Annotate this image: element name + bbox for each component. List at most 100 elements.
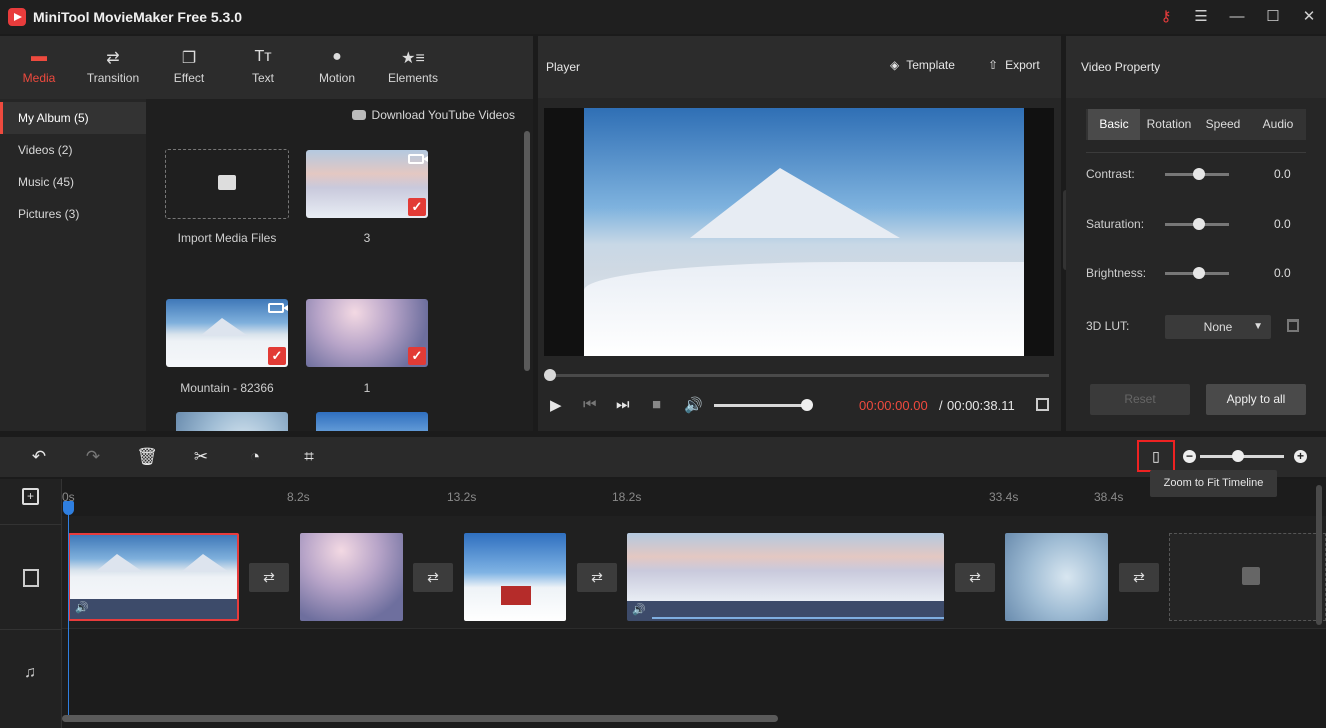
download-youtube-link[interactable]: Download YouTube Videos: [351, 108, 515, 122]
contrast-handle[interactable]: [1193, 168, 1205, 180]
add-track-icon[interactable]: +: [22, 488, 39, 505]
speed-icon[interactable]: ◔: [243, 445, 267, 469]
trash-icon[interactable]: [1287, 319, 1299, 332]
folder-icon: [218, 175, 236, 190]
media-item-label: 1: [363, 381, 371, 395]
contrast-value: 0.0: [1274, 167, 1291, 181]
timeline-vertical-scrollbar[interactable]: [1316, 485, 1322, 625]
zoom-to-fit-button[interactable]: ▯: [1137, 440, 1175, 472]
album-item-my-album[interactable]: My Album (5): [0, 102, 146, 134]
saturation-handle[interactable]: [1193, 218, 1205, 230]
zoom-in-icon[interactable]: +: [1294, 450, 1307, 463]
speaker-icon: 🔊: [75, 602, 89, 614]
property-title: Video Property: [1081, 60, 1161, 74]
brightness-handle[interactable]: [1193, 267, 1205, 279]
media-thumbnail-barn[interactable]: [316, 412, 428, 431]
drop-zone[interactable]: [1169, 533, 1326, 621]
timeline-scrollbar[interactable]: [62, 715, 778, 722]
tab-basic[interactable]: Basic: [1088, 109, 1140, 140]
transition-slot[interactable]: ⇄: [249, 563, 289, 592]
maximize-button[interactable]: ☐: [1258, 4, 1288, 30]
media-thumbnail-frost[interactable]: [176, 412, 288, 431]
split-icon[interactable]: ✂: [189, 445, 213, 469]
timeline-toolbar: ↶ ↷ 🗑 ✂ ◔ ⌗ ▯ − +: [0, 437, 1326, 477]
music-track[interactable]: [62, 629, 1326, 709]
undo-icon[interactable]: ↶: [27, 445, 51, 469]
media-thumbnail-3[interactable]: ✓: [306, 150, 428, 218]
album-item-videos[interactable]: Videos (2): [0, 134, 146, 166]
previous-frame-icon[interactable]: ⏮: [583, 396, 597, 413]
media-thumbnail-1[interactable]: ✓: [306, 299, 428, 367]
clip-audio: 🔊: [70, 599, 237, 619]
fullscreen-icon[interactable]: [1036, 398, 1049, 411]
media-scrollbar[interactable]: [524, 131, 530, 371]
divider: [0, 629, 62, 630]
transition-slot[interactable]: ⇄: [577, 563, 617, 592]
tab-label: Text: [251, 71, 274, 85]
media-item-label: Mountain - 82366: [180, 381, 274, 395]
album-item-pictures[interactable]: Pictures (3): [0, 198, 146, 230]
export-icon: ⇧: [988, 58, 999, 72]
timeline-clip-frost[interactable]: [1005, 533, 1108, 621]
key-icon[interactable]: ⚷: [1151, 4, 1181, 30]
tab-label: Elements: [387, 71, 439, 85]
track-headers: + ♫: [0, 479, 62, 728]
speaker-icon: 🔊: [632, 604, 646, 616]
total-time: 00:00:38.11: [947, 398, 1015, 413]
tab-audio[interactable]: Audio: [1250, 109, 1306, 140]
timeline: + ♫ 0s 8.2s 13.2s 18.2s 33.4s 38.4s 🔊 ⇄ …: [0, 479, 1326, 728]
saturation-value: 0.0: [1274, 217, 1291, 231]
crop-icon[interactable]: ⌗: [297, 445, 321, 469]
brightness-label: Brightness:: [1086, 266, 1147, 280]
seek-bar[interactable]: [546, 374, 1049, 377]
tab-effect[interactable]: ❐ Effect: [152, 36, 226, 99]
album-item-music[interactable]: Music (45): [0, 166, 146, 198]
minimize-button[interactable]: —: [1222, 4, 1252, 30]
export-label: Export: [1005, 58, 1040, 72]
tab-transition[interactable]: ⇄ Transition: [76, 36, 150, 99]
playhead[interactable]: [68, 507, 69, 719]
check-icon[interactable]: ✓: [408, 198, 426, 216]
transition-slot[interactable]: ⇄: [1119, 563, 1159, 592]
video-camera-icon: [408, 154, 428, 164]
volume-slider[interactable]: [714, 404, 808, 407]
zoom-out-icon[interactable]: −: [1183, 450, 1196, 463]
tab-elements[interactable]: ★≡ Elements: [376, 36, 450, 99]
check-icon[interactable]: ✓: [268, 347, 286, 365]
transition-slot[interactable]: ⇄: [955, 563, 995, 592]
playhead-handle[interactable]: [63, 501, 74, 515]
tick-label: 33.4s: [989, 490, 1019, 504]
timeline-clip-mountain[interactable]: 🔊: [68, 533, 239, 621]
lut-select[interactable]: None ▼: [1165, 315, 1271, 339]
next-frame-icon[interactable]: ⏭: [616, 396, 630, 413]
template-button[interactable]: ◈ Template: [890, 58, 955, 72]
video-canvas[interactable]: [544, 108, 1054, 356]
tab-rotation[interactable]: Rotation: [1142, 109, 1196, 140]
reset-button[interactable]: Reset: [1090, 384, 1190, 415]
close-button[interactable]: ✕: [1294, 4, 1324, 30]
volume-handle[interactable]: [801, 399, 813, 411]
transition-slot[interactable]: ⇄: [413, 563, 453, 592]
tab-motion[interactable]: ● Motion: [300, 36, 374, 99]
timeline-clip-3[interactable]: 🔊: [627, 533, 944, 621]
tab-text[interactable]: Tт Text: [226, 36, 300, 99]
zoom-handle[interactable]: [1232, 450, 1244, 462]
timeline-clip-1[interactable]: [300, 533, 403, 621]
export-button[interactable]: ⇧ Export: [988, 58, 1040, 72]
check-icon[interactable]: ✓: [408, 347, 426, 365]
redo-icon[interactable]: ↷: [81, 445, 105, 469]
menu-icon[interactable]: ☰: [1186, 4, 1216, 30]
tab-speed[interactable]: Speed: [1196, 109, 1250, 140]
delete-icon[interactable]: 🗑: [135, 445, 159, 469]
apply-to-all-button[interactable]: Apply to all: [1206, 384, 1306, 415]
time-ruler[interactable]: [62, 479, 1326, 516]
import-media-tile[interactable]: [165, 149, 289, 219]
timeline-clip-barn[interactable]: [464, 533, 566, 621]
music-note-icon: ♫: [24, 664, 36, 681]
tab-media[interactable]: ▬ Media: [2, 36, 76, 99]
stop-icon[interactable]: ■: [652, 396, 661, 413]
play-icon[interactable]: ▶: [550, 396, 562, 414]
seek-handle[interactable]: [544, 369, 556, 381]
media-thumbnail-mountain[interactable]: ✓: [166, 299, 288, 367]
volume-icon[interactable]: 🔊: [684, 396, 703, 414]
